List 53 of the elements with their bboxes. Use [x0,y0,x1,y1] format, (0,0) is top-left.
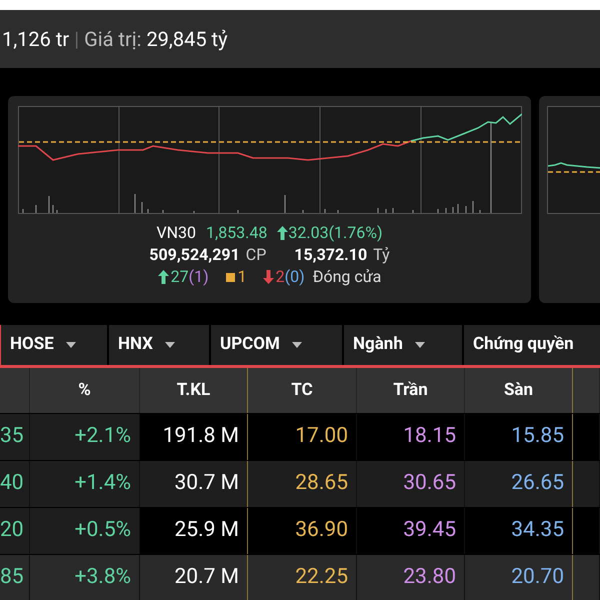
up-arrow-icon [158,270,169,284]
column-header[interactable]: T.KL [140,368,248,413]
down-arrow-icon [262,270,274,284]
table-cell [573,460,600,507]
market-tab[interactable]: Chứng quyền [464,325,600,365]
up-count: 27 [170,266,189,288]
volume-cell: 30.7 M [140,460,248,507]
up-arrow-icon [277,226,288,240]
table-cell [573,554,600,600]
reference-price-cell: 28.65 [248,460,357,507]
change-cell: +1.4% [30,460,140,507]
index-change: 32.03(1.76%) [288,222,383,244]
market-tab[interactable]: HNX [109,325,211,365]
caret-icon [66,342,76,348]
value-label: Giá trị: [84,26,142,53]
sub-count: (1) [188,266,209,288]
turnover-unit: Tỷ [373,244,390,266]
caret-icon [292,342,302,348]
down-count: 2 [276,266,285,288]
volume-value: 1,126 tr [2,26,70,53]
column-header[interactable]: TC [248,368,357,413]
volume-unit: CP [246,244,266,266]
sub-count: (0) [284,266,305,288]
separator: | [74,26,80,53]
column-header[interactable]: Trần [357,368,465,413]
square-icon [224,270,236,284]
change-cell: +2.1% [30,414,140,460]
index-value: 1,853.48 [206,222,268,244]
ceiling-price-cell: 30.65 [357,460,465,507]
ceiling-price-cell: 23.80 [357,554,465,600]
change-cell: +0.5% [30,508,140,554]
floor-price-cell: 26.65 [465,460,573,507]
volume-value: 509,524,291 [149,244,240,266]
column-header[interactable]: % [30,368,140,413]
market-tab[interactable]: UPCOM [211,325,344,365]
value-value: 29,845 tỷ [146,26,228,53]
market-tab[interactable]: Ngành [344,325,464,365]
caret-icon [164,342,175,348]
market-tab[interactable]: HOSE [1,325,109,365]
price-cell: 40 [0,460,30,507]
change-cell: +3.8% [30,554,140,600]
floor-price-cell: 20.70 [465,554,573,600]
reference-price-cell: 22.25 [248,554,357,600]
price-cell: 35 [0,414,30,460]
price-cell: 20 [0,508,30,554]
column-header[interactable]: Sàn [465,368,573,413]
index-name: VN30 [156,222,196,244]
turnover-value: 15,372.10 [294,244,368,266]
volume-cell: 20.7 M [140,554,248,600]
caret-icon [414,342,425,348]
market-status: Đóng cửa [312,266,382,288]
price-cell: 85 [0,554,30,600]
flat-count: 1 [238,266,247,288]
